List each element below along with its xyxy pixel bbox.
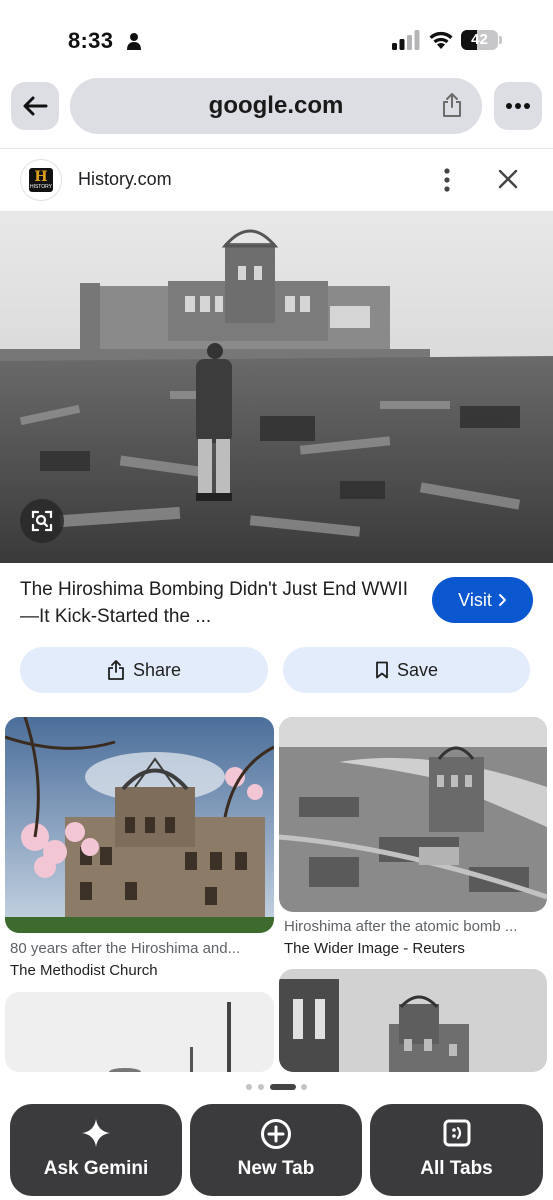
related-image-1[interactable] [5,717,274,933]
related-image-4[interactable] [279,969,547,1072]
close-icon[interactable] [494,165,522,193]
share-icon [108,660,124,680]
tabs-icon [443,1119,470,1147]
result-image[interactable] [0,211,553,563]
related-source-2[interactable]: The Wider Image - Reuters [284,940,465,957]
atomic-dome-color-image [5,717,274,933]
address-bar[interactable]: google.com [70,78,482,134]
plus-circle-icon [261,1119,291,1149]
browser-toolbar: google.com [0,78,553,134]
wifi-icon [429,31,453,49]
related-source-1[interactable]: The Methodist Church [10,962,158,979]
battery-percent: 42 [471,31,488,48]
person-icon [127,33,141,50]
hiroshima-ruins-image [0,211,553,563]
gemini-sparkle-icon [82,1119,110,1147]
visit-button[interactable]: Visit [432,577,533,623]
related-image-3[interactable] [5,992,274,1072]
visit-label: Visit [458,589,492,610]
ask-gemini-label: Ask Gemini [43,1158,149,1179]
status-time: 8:33 [68,28,114,53]
status-bar: 8:33 42 [0,0,553,70]
lens-button[interactable] [20,499,64,543]
related-image-2[interactable] [279,717,547,912]
save-label: Save [396,659,439,680]
all-tabs-label: All Tabs [420,1158,493,1179]
more-button[interactable] [494,82,542,130]
source-logo[interactable]: H HISTORY [20,159,62,201]
ruins-bw-image [5,992,274,1072]
signal-icon [392,30,420,50]
related-caption-2[interactable]: Hiroshima after the atomic bomb ... [284,918,547,935]
all-tabs-button[interactable]: All Tabs [370,1104,543,1196]
new-tab-label: New Tab [237,1158,315,1179]
new-tab-button[interactable]: New Tab [190,1104,362,1196]
history-logo: H HISTORY [29,168,53,192]
chevron-right-icon [498,594,506,606]
back-button[interactable] [11,82,59,130]
share-icon[interactable] [440,92,464,118]
save-button[interactable]: Save [283,647,530,693]
dome-bw-image [279,969,547,1072]
kebab-icon[interactable] [436,167,458,193]
related-caption-1[interactable]: 80 years after the Hiroshima and... [10,940,274,957]
url-text: google.com [208,92,344,119]
source-name[interactable]: History.com [78,169,172,190]
result-title[interactable]: The Hiroshima Bombing Didn't Just End WW… [20,576,420,630]
source-header: H HISTORY History.com [0,148,553,210]
more-icon [506,103,530,109]
aerial-ruins-image [279,717,547,912]
share-button[interactable]: Share [20,647,268,693]
lens-icon [31,510,53,532]
back-arrow-icon [23,96,48,116]
ask-gemini-button[interactable]: Ask Gemini [10,1104,182,1196]
page-indicator [246,1084,307,1090]
bookmark-icon [376,661,388,679]
share-label: Share [132,659,182,680]
battery-indicator: 42 [461,30,503,50]
